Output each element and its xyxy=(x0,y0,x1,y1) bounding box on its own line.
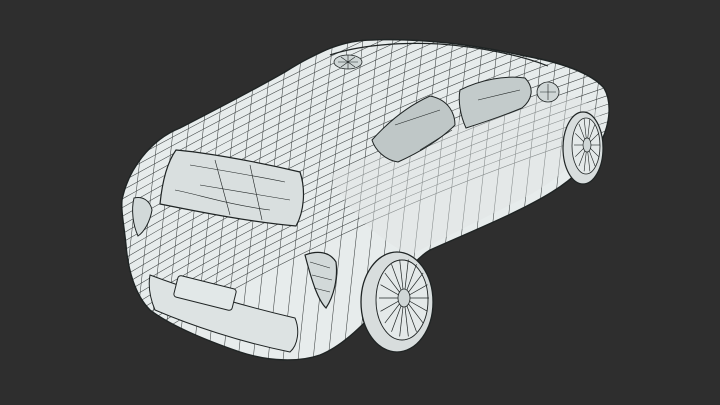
mesh-edge xyxy=(70,20,110,390)
3d-viewport[interactable] xyxy=(0,0,720,405)
rear-wheel xyxy=(360,251,434,353)
mesh-edge xyxy=(121,39,126,360)
car-wireframe-render xyxy=(70,20,610,390)
front-wheel xyxy=(562,111,604,185)
